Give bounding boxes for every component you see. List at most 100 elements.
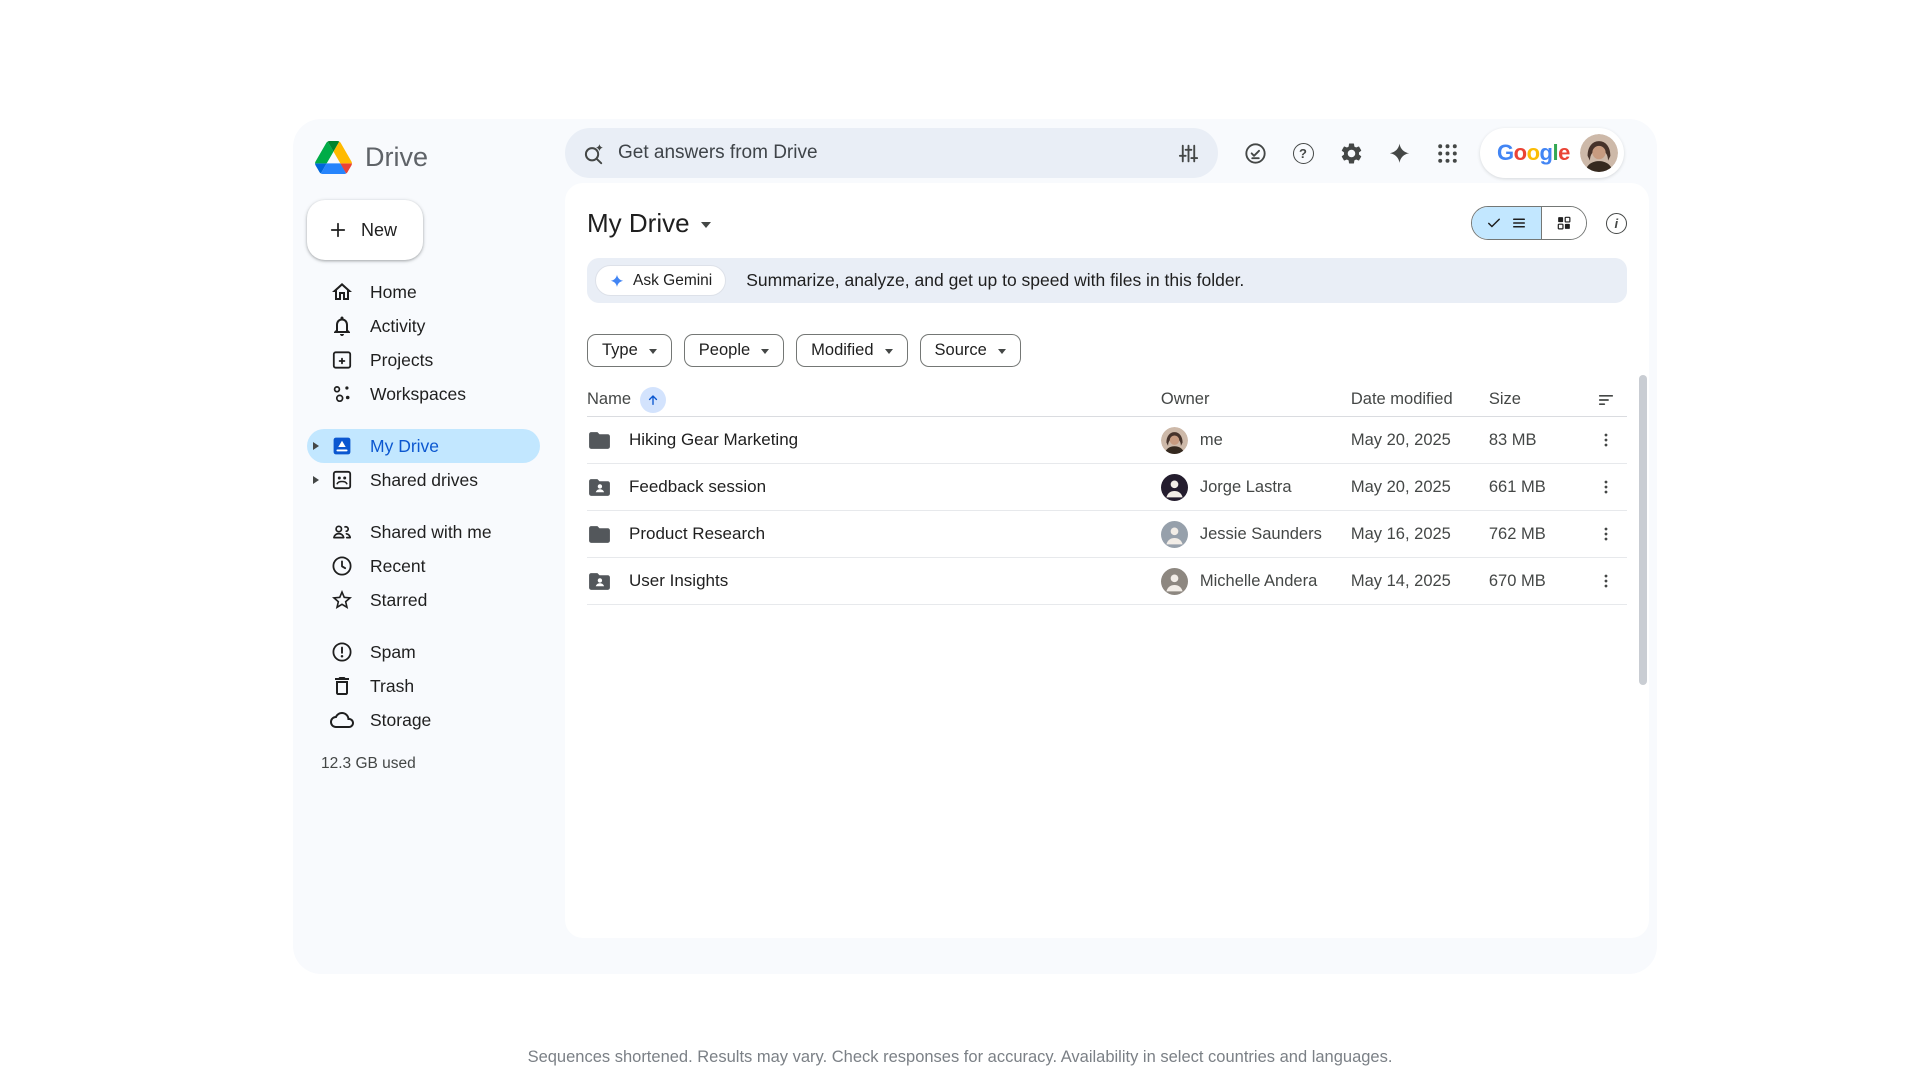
title-row: My Drive i <box>587 201 1627 245</box>
sidebar-item-workspaces[interactable]: Workspaces <box>307 377 540 411</box>
offline-status-button[interactable] <box>1231 129 1279 177</box>
sidebar-item-shared-drives[interactable]: Shared drives <box>307 463 540 497</box>
sidebar-item-label: Projects <box>370 350 433 371</box>
people-icon <box>330 520 354 544</box>
table-row-user-insights[interactable]: User Insights Michelle Andera May 14, 20… <box>587 558 1627 605</box>
topbar: ? Google <box>565 128 1624 178</box>
sidebar-item-trash[interactable]: Trash <box>307 669 540 703</box>
info-icon: i <box>1606 213 1627 234</box>
account-pill[interactable]: Google <box>1480 128 1624 178</box>
sidebar-item-label: Starred <box>370 590 427 611</box>
sidebar-item-label: Activity <box>370 316 425 337</box>
shared-folder-icon <box>587 475 612 500</box>
sidebar-item-projects[interactable]: Projects <box>307 343 540 377</box>
shared-drives-icon <box>330 468 354 492</box>
chevron-down-icon <box>761 349 769 354</box>
gemini-message: Summarize, analyze, and get up to speed … <box>746 270 1244 291</box>
file-name: Feedback session <box>629 477 766 497</box>
owner-name: me <box>1200 431 1223 450</box>
column-header-owner[interactable]: Owner <box>1161 390 1351 409</box>
sidebar-item-label: Home <box>370 282 417 303</box>
sidebar-item-label: Trash <box>370 676 414 697</box>
column-header-date-modified[interactable]: Date modified <box>1351 390 1489 409</box>
workspaces-icon <box>330 382 354 406</box>
owner-name: Jorge Lastra <box>1200 478 1292 497</box>
google-apps-grid-icon <box>1435 141 1460 166</box>
sidebar-item-storage[interactable]: Storage <box>307 703 540 737</box>
gemini-button[interactable] <box>1375 129 1423 177</box>
ask-gemini-button[interactable]: Ask Gemini <box>595 265 726 296</box>
advanced-search-button[interactable] <box>1168 133 1208 173</box>
table-row-feedback-session[interactable]: Feedback session Jorge Lastra May 20, 20… <box>587 464 1627 511</box>
bell-icon <box>330 314 354 338</box>
help-button[interactable]: ? <box>1279 129 1327 177</box>
settings-button[interactable] <box>1327 129 1375 177</box>
search-bar[interactable] <box>565 128 1218 178</box>
column-header-name[interactable]: Name <box>587 387 1161 413</box>
search-with-spark-icon <box>581 141 606 166</box>
home-icon <box>330 280 354 304</box>
sidebar-item-recent[interactable]: Recent <box>307 549 540 583</box>
table-row-hiking-gear-marketing[interactable]: Hiking Gear Marketing me May 20, 2025 83… <box>587 417 1627 464</box>
new-button[interactable]: New <box>307 200 423 260</box>
google-apps-button[interactable] <box>1423 129 1471 177</box>
list-view-button[interactable] <box>1472 207 1541 239</box>
expand-chevron-icon[interactable] <box>313 442 319 450</box>
column-header-size[interactable]: Size <box>1489 390 1585 409</box>
star-icon <box>330 588 354 612</box>
filter-chip-people[interactable]: People <box>684 334 784 367</box>
sidebar-item-starred[interactable]: Starred <box>307 583 540 617</box>
sidebar-item-shared-with-me[interactable]: Shared with me <box>307 515 540 549</box>
grid-view-button[interactable] <box>1541 207 1586 239</box>
details-info-button[interactable]: i <box>1606 213 1627 234</box>
list-view-icon <box>1510 214 1528 232</box>
filter-chip-source[interactable]: Source <box>920 334 1021 367</box>
file-list: Hiking Gear Marketing me May 20, 2025 83… <box>587 417 1627 605</box>
owner-name: Michelle Andera <box>1200 572 1317 591</box>
owner-avatar <box>1161 568 1188 595</box>
user-avatar[interactable] <box>1580 134 1618 172</box>
sidebar-item-spam[interactable]: Spam <box>307 635 540 669</box>
sidebar-item-label: My Drive <box>370 436 439 457</box>
sidebar-item-my-drive[interactable]: My Drive <box>307 429 540 463</box>
chevron-down-icon <box>649 349 657 354</box>
sort-direction-badge[interactable] <box>640 387 666 413</box>
footer-disclaimer: Sequences shortened. Results may vary. C… <box>0 1048 1920 1067</box>
sidebar-nav: Home Activity Projects Workspaces My Dri… <box>293 275 565 737</box>
content-card: My Drive i <box>565 183 1649 938</box>
sort-options-button[interactable] <box>1596 390 1616 410</box>
table-row-product-research[interactable]: Product Research Jessie Saunders May 16,… <box>587 511 1627 558</box>
mydrive-icon <box>330 434 354 458</box>
row-more-actions-button[interactable] <box>1596 430 1616 450</box>
owner-avatar <box>1161 427 1188 454</box>
filter-chip-type[interactable]: Type <box>587 334 672 367</box>
sidebar-item-home[interactable]: Home <box>307 275 540 309</box>
search-input[interactable] <box>618 142 1156 164</box>
filter-chip-modified[interactable]: Modified <box>796 334 907 367</box>
cloud-icon <box>330 708 354 732</box>
more-vertical-icon <box>1596 430 1616 450</box>
row-more-actions-button[interactable] <box>1596 571 1616 591</box>
drive-logo-icon <box>315 141 352 174</box>
more-vertical-icon <box>1596 477 1616 497</box>
clock-icon <box>330 554 354 578</box>
row-more-actions-button[interactable] <box>1596 524 1616 544</box>
row-more-actions-button[interactable] <box>1596 477 1616 497</box>
scrollbar-thumb[interactable] <box>1639 375 1647 685</box>
expand-chevron-icon[interactable] <box>313 476 319 484</box>
sidebar-item-activity[interactable]: Activity <box>307 309 540 343</box>
topbar-icons: ? Google <box>1231 128 1624 178</box>
google-logo: Google <box>1497 140 1570 166</box>
file-size: 83 MB <box>1489 431 1585 450</box>
arrow-up-icon <box>645 392 661 408</box>
date-modified: May 16, 2025 <box>1351 525 1489 544</box>
grid-view-icon <box>1555 214 1573 232</box>
view-toggle <box>1471 206 1587 240</box>
folder-title-dropdown[interactable]: My Drive <box>577 204 721 243</box>
help-icon: ? <box>1293 143 1314 164</box>
chevron-down-icon <box>998 349 1006 354</box>
file-size: 661 MB <box>1489 478 1585 497</box>
drive-brand: Drive <box>293 137 565 177</box>
storage-used-label: 12.3 GB used <box>321 755 565 773</box>
sidebar-item-label: Shared with me <box>370 522 492 543</box>
